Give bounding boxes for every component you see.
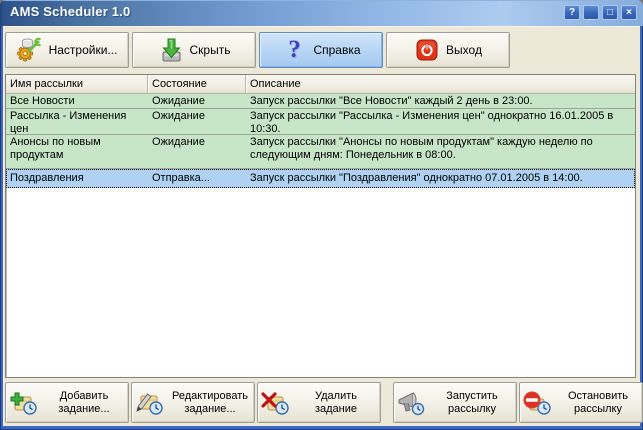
window-title: AMS Scheduler 1.0 [10, 4, 130, 19]
row-status: Отправка... [148, 169, 246, 188]
toolbar-group-separator [383, 382, 391, 423]
help-window-button[interactable]: ? [564, 5, 580, 20]
settings-button-label: Настройки... [49, 43, 118, 57]
add-task-button[interactable]: Добавить задание... [5, 382, 129, 423]
bottom-toolbar: Добавить задание... Редактировать задани… [5, 382, 643, 423]
start-mailing-label: Запустить рассылку [430, 390, 514, 416]
close-button[interactable]: × [621, 5, 637, 20]
column-header-status[interactable]: Состояние [148, 75, 246, 93]
stop-mailing-label: Остановить рассылку [556, 390, 640, 416]
settings-button[interactable]: Настройки... [5, 32, 129, 68]
task-list: Имя рассылки Состояние Описание Все Ново… [5, 74, 636, 378]
question-mark-glyph: ? [288, 38, 301, 62]
edit-task-icon [134, 390, 164, 416]
row-name: Анонсы по новым продуктам [6, 135, 148, 168]
row-status: Ожидание [148, 109, 246, 134]
close-icon: × [626, 8, 632, 18]
row-name: Поздравления [6, 169, 148, 188]
row-name: Все Новости [6, 94, 148, 108]
start-mailing-button[interactable]: Запустить рассылку [393, 382, 517, 423]
window-controls: ? _ □ × [564, 5, 637, 20]
edit-task-button[interactable]: Редактировать задание... [131, 382, 255, 423]
table-row[interactable]: Все Новости Ожидание Запуск рассылки "Вс… [6, 94, 635, 109]
edit-task-label: Редактировать задание... [168, 390, 252, 416]
minimize-icon: _ [588, 11, 594, 21]
hide-icon [158, 37, 184, 63]
help-icon: ? [281, 37, 307, 63]
row-description: Запуск рассылки "Все Новости" каждый 2 д… [246, 94, 635, 108]
start-mailing-icon [396, 390, 426, 416]
settings-icon [17, 37, 43, 63]
exit-icon [414, 37, 440, 63]
row-description: Запуск рассылки "Поздравления" однократн… [246, 169, 635, 188]
table-row[interactable]: Анонсы по новым продуктам Ожидание Запус… [6, 135, 635, 169]
help-button-label: Справка [313, 43, 360, 57]
top-toolbar: Настройки... Скрыть ? Справка [5, 32, 510, 68]
stop-mailing-icon [522, 390, 552, 416]
list-header: Имя рассылки Состояние Описание [6, 75, 635, 94]
table-row[interactable]: Рассылка - Изменения цен Ожидание Запуск… [6, 109, 635, 135]
stop-mailing-button[interactable]: Остановить рассылку [519, 382, 643, 423]
delete-task-button[interactable]: Удалить задание [257, 382, 381, 423]
hide-button-label: Скрыть [190, 43, 231, 57]
delete-task-label: Удалить задание [294, 390, 378, 416]
exit-button[interactable]: Выход [386, 32, 510, 68]
table-row-selected[interactable]: Поздравления Отправка... Запуск рассылки… [6, 169, 635, 188]
row-status: Ожидание [148, 94, 246, 108]
client-area: Настройки... Скрыть ? Справка [3, 26, 640, 426]
column-header-name[interactable]: Имя рассылки [6, 75, 148, 93]
maximize-icon: □ [607, 8, 613, 18]
add-task-label: Добавить задание... [42, 390, 126, 416]
hide-button[interactable]: Скрыть [132, 32, 256, 68]
app-window: AMS Scheduler 1.0 ? _ □ × [0, 0, 643, 430]
row-description: Запуск рассылки "Анонсы по новым продукт… [246, 135, 635, 168]
help-window-glyph: ? [569, 8, 575, 18]
help-button[interactable]: ? Справка [259, 32, 383, 68]
delete-task-icon [260, 390, 290, 416]
minimize-button[interactable]: _ [583, 5, 599, 20]
title-bar[interactable]: AMS Scheduler 1.0 ? _ □ × [0, 0, 643, 26]
row-status: Ожидание [148, 135, 246, 168]
row-name: Рассылка - Изменения цен [6, 109, 148, 134]
column-header-description[interactable]: Описание [246, 75, 635, 93]
exit-button-label: Выход [446, 43, 482, 57]
add-task-icon [8, 390, 38, 416]
row-description: Запуск рассылки "Рассылка - Изменения це… [246, 109, 635, 134]
maximize-button[interactable]: □ [602, 5, 618, 20]
